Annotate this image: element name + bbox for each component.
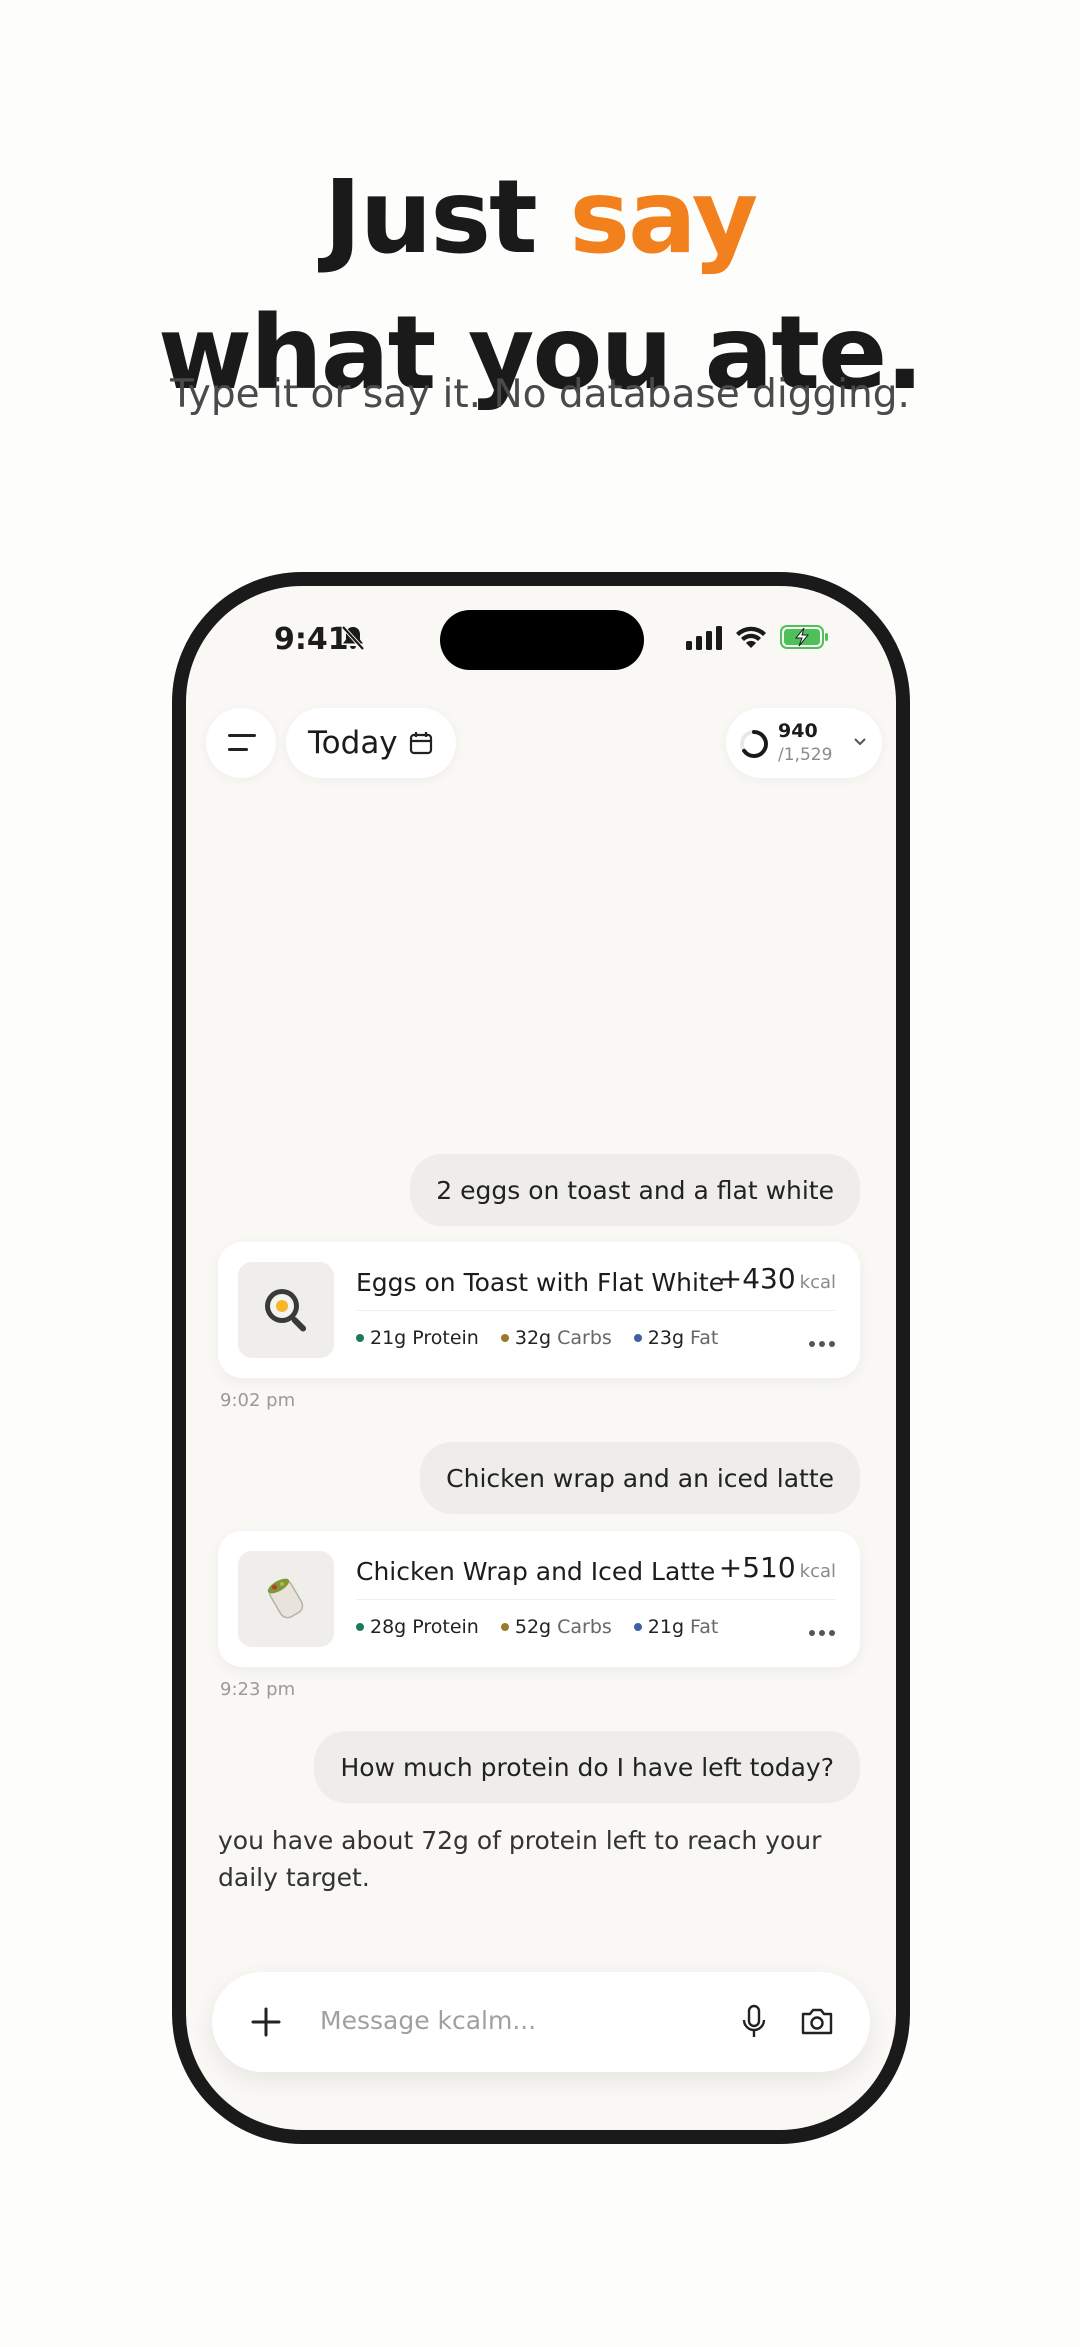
more-options-icon[interactable] xyxy=(808,1629,836,1637)
menu-button[interactable] xyxy=(206,708,276,778)
more-options-icon[interactable] xyxy=(808,1340,836,1348)
menu-icon xyxy=(228,734,256,737)
macro-carbs: 52g Carbs xyxy=(500,1616,612,1638)
cellular-signal-icon xyxy=(686,626,722,650)
divider xyxy=(356,1310,836,1311)
calories-consumed: 940 xyxy=(778,720,818,742)
phone-frame: 9:41 Today 940 /1,529 2 eggs on toast an… xyxy=(172,572,910,2144)
timestamp: 9:02 pm xyxy=(220,1390,296,1411)
today-label: Today xyxy=(308,725,398,761)
calories-goal: /1,529 xyxy=(778,745,833,765)
macro-protein: 21g Protein xyxy=(356,1327,479,1349)
timestamp: 9:23 pm xyxy=(220,1679,296,1700)
user-message: How much protein do I have left today? xyxy=(314,1731,860,1803)
calendar-icon xyxy=(409,732,432,755)
macro-row: 21g Protein 32g Carbs 23g Fat xyxy=(356,1327,718,1349)
macro-fat: 21g Fat xyxy=(633,1616,718,1638)
headline-accent: say xyxy=(569,158,758,277)
calorie-summary-button[interactable]: 940 /1,529 xyxy=(726,708,882,778)
chevron-down-icon xyxy=(854,738,866,746)
macro-protein: 28g Protein xyxy=(356,1616,479,1638)
macro-fat: 23g Fat xyxy=(633,1327,718,1349)
calorie-progress-ring xyxy=(740,730,768,758)
calorie-amount: +430 kcal xyxy=(718,1262,836,1295)
macro-carbs: 32g Carbs xyxy=(500,1327,612,1349)
divider xyxy=(356,1599,836,1600)
date-picker-button[interactable]: Today xyxy=(286,708,456,778)
headline-line-1: Just say xyxy=(323,158,758,277)
microphone-icon[interactable] xyxy=(740,2004,768,2040)
user-message: 2 eggs on toast and a flat white xyxy=(410,1154,860,1226)
message-composer: Message kcalm... xyxy=(212,1972,870,2072)
assistant-reply: you have about 72g of protein left to re… xyxy=(218,1826,822,1892)
burrito-icon xyxy=(267,1578,304,1619)
status-time: 9:41 xyxy=(274,622,349,657)
phone-screen: 9:41 Today 940 /1,529 2 eggs on toast an… xyxy=(186,586,896,2130)
bell-muted-icon xyxy=(341,625,365,651)
user-message: Chicken wrap and an iced latte xyxy=(420,1442,860,1514)
dynamic-island xyxy=(440,610,644,670)
food-title: Chicken Wrap and Iced Latte xyxy=(356,1557,716,1586)
subtitle: Type it or say it. No database digging. xyxy=(170,372,910,417)
food-title: Eggs on Toast with Flat White xyxy=(356,1268,725,1297)
macro-row: 28g Protein 52g Carbs 21g Fat xyxy=(356,1616,718,1638)
food-thumbnail xyxy=(238,1551,334,1647)
message-input[interactable]: Message kcalm... xyxy=(320,2006,536,2035)
food-log-card[interactable]: Eggs on Toast with Flat White +430 kcal 2… xyxy=(218,1242,860,1378)
wifi-icon xyxy=(736,626,766,648)
camera-icon[interactable] xyxy=(800,2006,834,2036)
food-thumbnail xyxy=(238,1262,334,1358)
add-attachment-icon[interactable] xyxy=(250,2006,282,2038)
calorie-amount: +510 kcal xyxy=(718,1551,836,1584)
frying-pan-egg-icon xyxy=(265,1289,307,1332)
food-log-card[interactable]: Chicken Wrap and Iced Latte +510 kcal 28g… xyxy=(218,1531,860,1667)
battery-charging-icon xyxy=(780,625,828,649)
